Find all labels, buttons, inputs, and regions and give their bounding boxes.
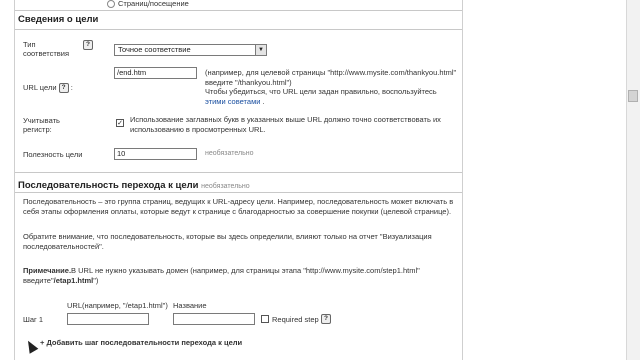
add-funnel-step-link[interactable]: + Добавить шаг последовательности перехо…	[40, 338, 242, 348]
required-step-label: Required step	[272, 315, 319, 324]
funnel-description: Последовательность – это группа страниц,…	[23, 197, 454, 216]
goal-url-label: URL цели ? :	[23, 83, 73, 94]
funnel-title: Последовательность перехода к цели необя…	[18, 180, 250, 191]
tips-link[interactable]: этими советами	[205, 97, 260, 106]
goal-url-input[interactable]: /end.htm	[114, 67, 197, 79]
step-1-label: Шаг 1	[23, 315, 44, 324]
required-step-checkbox[interactable]	[261, 315, 269, 323]
panel-left-border	[14, 0, 15, 360]
case-sensitive-label: Учитывать регистр:	[23, 116, 60, 134]
mouse-cursor-icon	[23, 338, 39, 354]
section-divider-goal	[15, 172, 462, 173]
goal-details-title: Сведения о цели	[18, 14, 99, 25]
section-divider-top	[15, 10, 462, 11]
funnel-optional: необязательно	[201, 183, 250, 190]
funnel-col-name-header: Название	[173, 301, 207, 310]
scrollbar-thumb[interactable]	[628, 90, 638, 102]
step-1-url-input[interactable]	[67, 313, 149, 325]
goal-details-divider	[15, 29, 462, 30]
funnel-note: Примечание.В URL не нужно указывать доме…	[23, 266, 420, 285]
goal-settings-panel: Страниц/посещение Сведения о цели Тип соо…	[0, 0, 636, 360]
goal-url-help-icon[interactable]: ?	[58, 83, 69, 94]
pages-per-visit-radio[interactable]	[107, 0, 115, 8]
chevron-down-icon: ▼	[255, 45, 266, 55]
match-type-selected-value: Точное соответствие	[118, 45, 191, 54]
case-sensitive-checkbox[interactable]: ✓	[116, 119, 124, 127]
required-step-help-icon[interactable]: ?	[321, 314, 331, 324]
funnel-notice: Обратите внимание, что последовательност…	[23, 232, 432, 251]
scrollbar-track[interactable]	[626, 0, 640, 360]
step-1-name-input[interactable]	[173, 313, 255, 325]
funnel-col-url-header: URL(например, "/etap1.html")	[67, 301, 168, 310]
panel-right-border	[462, 0, 463, 360]
goal-value-input[interactable]: 10	[114, 148, 197, 160]
match-type-help-icon[interactable]: ?	[83, 40, 93, 50]
goal-value-optional: необязательно	[205, 150, 254, 157]
goal-url-hint: (например, для целевой страницы "http://…	[205, 68, 457, 106]
funnel-divider	[15, 192, 462, 193]
match-type-select[interactable]: Точное соответствие ▼	[114, 44, 267, 56]
goal-value-label: Полезность цели	[23, 150, 83, 159]
case-sensitive-text: Использование заглавных букв в указанных…	[130, 115, 441, 134]
match-type-label: Тип соответствия	[23, 40, 70, 58]
pages-per-visit-label: Страниц/посещение	[118, 0, 189, 8]
